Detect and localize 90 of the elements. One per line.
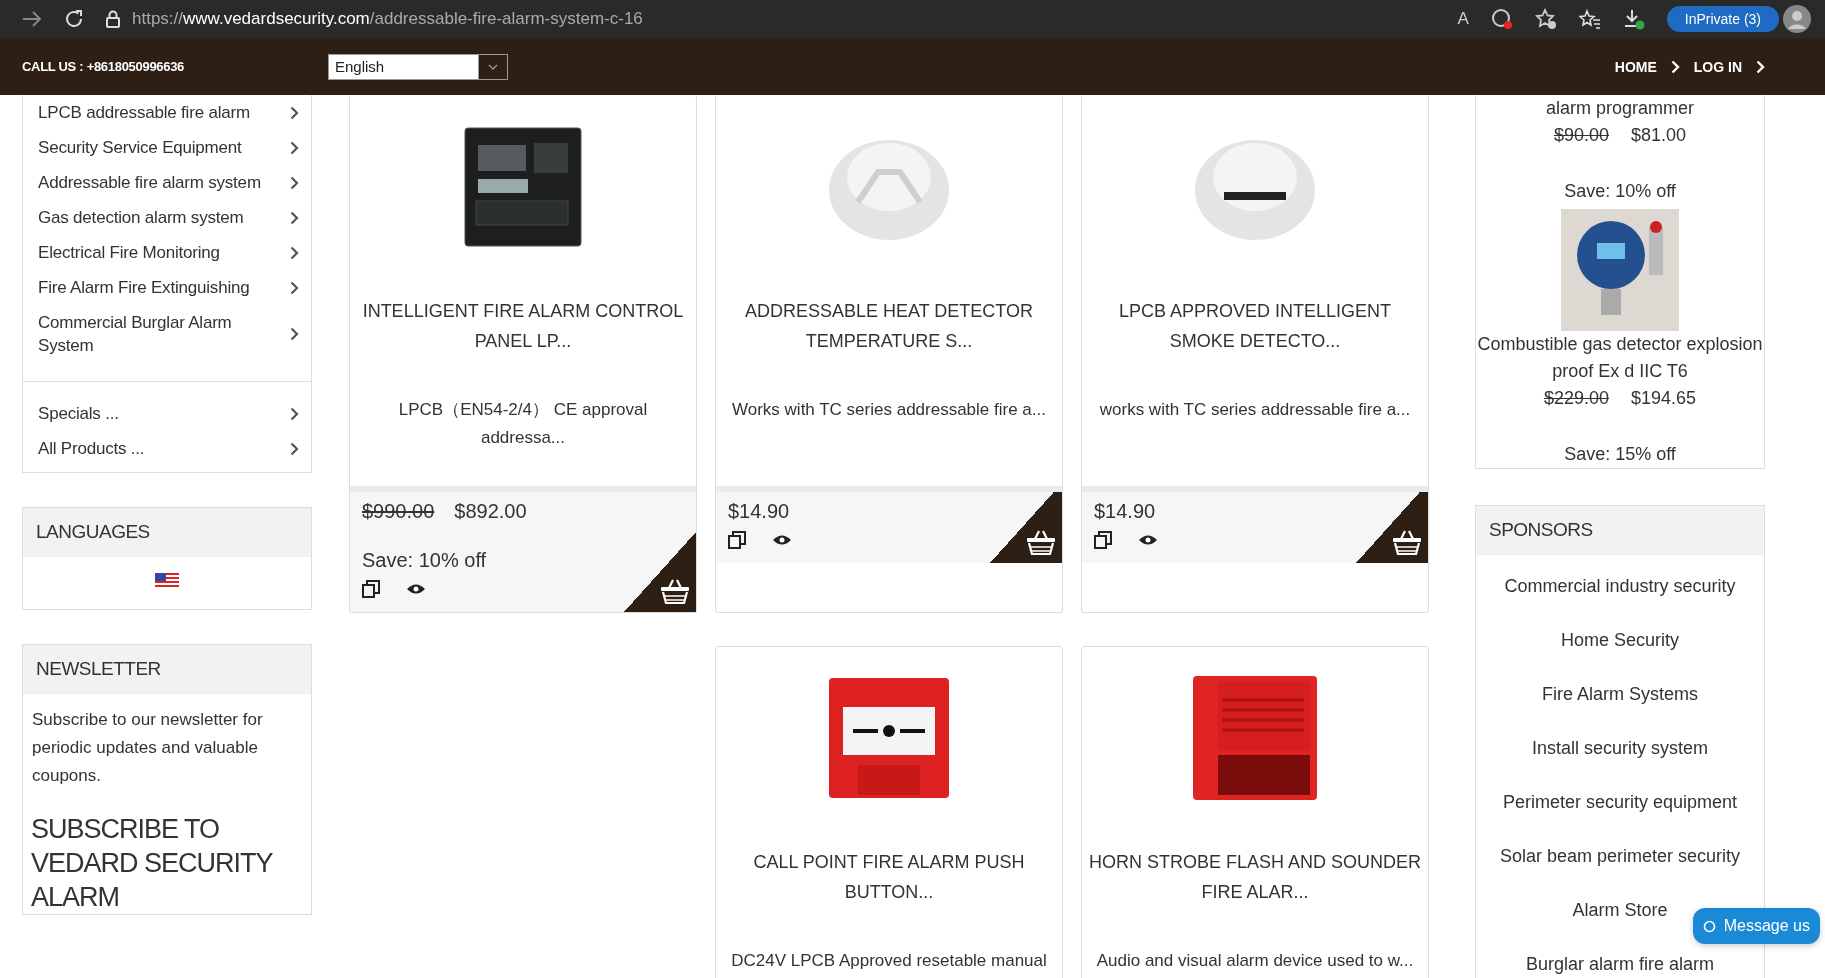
product-title[interactable]: ADDRESSABLE HEAT DETECTOR TEMPERATURE S... xyxy=(716,286,1062,386)
product-card[interactable]: INTELLIGENT FIRE ALARM CONTROL PANEL LP... LPCB（EN54-2/4） CE approval addressa... $990.00 $892.00 Save: 10% off xyxy=(349,95,697,613)
category-link[interactable]: LPCB addressable fire alarm xyxy=(23,95,311,130)
chevron-right-icon xyxy=(290,280,299,295)
category-link[interactable]: Gas detection alarm system xyxy=(23,200,311,235)
chevron-right-icon xyxy=(1756,59,1765,74)
discount-text: Save: 10% off xyxy=(362,549,488,572)
tracking-icon[interactable] xyxy=(1490,8,1513,30)
chevron-right-icon xyxy=(290,245,299,260)
category-link[interactable]: Security Service Equipment xyxy=(23,130,311,165)
product-card[interactable]: ADDRESSABLE HEAT DETECTOR TEMPERATURE S... Works with TC series addressable fire a... $14.90 xyxy=(715,95,1063,613)
chevron-right-icon xyxy=(290,140,299,155)
sponsor-link[interactable]: Alarm Store xyxy=(1572,883,1668,937)
price: $194.65 xyxy=(1631,387,1697,410)
download-icon[interactable] xyxy=(1622,8,1645,30)
price: $892.00 xyxy=(454,500,527,523)
address-field[interactable]: https://www.vedardsecurity.com/addressable-fire-alarm-system-c-16 xyxy=(132,9,1436,29)
chevron-right-icon xyxy=(1670,59,1680,74)
old-price: $990.00 xyxy=(362,500,435,523)
product-title[interactable]: Combustible gas detector explosion proof Ex d IIC T6 xyxy=(1476,331,1764,385)
discount-text: Save: 10% off xyxy=(1563,180,1677,203)
product-title[interactable]: LPCB APPROVED INTELLIGENT SMOKE DETECTO... xyxy=(1082,286,1428,386)
category-link[interactable]: Specials ... xyxy=(23,396,311,431)
chevron-right-icon xyxy=(290,406,299,421)
product-description: Audio and visual alarm device used to w... xyxy=(1095,950,1415,972)
basket-icon xyxy=(1392,529,1422,555)
product-title[interactable]: alarm programmer xyxy=(1476,95,1764,122)
caret-icon xyxy=(488,63,498,70)
reload-icon[interactable] xyxy=(64,9,84,29)
sponsor-link[interactable]: Home Security xyxy=(1560,613,1679,667)
newsletter-text: Subscribe to our newsletter for periodic updates and valuable coupons. xyxy=(31,709,264,787)
us-flag-icon[interactable] xyxy=(155,573,179,588)
sponsor-link[interactable]: Commercial industry security xyxy=(1504,559,1736,613)
category-link[interactable]: Commercial Burglar Alarm System xyxy=(23,305,311,363)
price: $81.00 xyxy=(1631,124,1687,147)
product-card[interactable]: HORN STROBE FLASH AND SOUNDER FIRE ALAR... Audio and visual alarm device used to w... xyxy=(1081,646,1429,978)
sponsor-link[interactable]: Solar beam perimeter security xyxy=(1499,829,1741,883)
add-to-cart-button[interactable] xyxy=(990,492,1062,563)
nav-link[interactable]: HOME xyxy=(1614,58,1657,75)
language-select[interactable]: English xyxy=(328,53,508,80)
compare-icon[interactable] xyxy=(362,580,380,598)
panel-header: LANGUAGES xyxy=(23,508,311,557)
chevron-right-icon xyxy=(290,441,299,456)
add-favorite-icon[interactable] xyxy=(1534,8,1557,30)
chevron-right-icon xyxy=(290,210,299,225)
sponsor-link[interactable]: Fire Alarm Systems xyxy=(1542,667,1698,721)
basket-icon xyxy=(1026,529,1056,555)
product-title[interactable]: CALL POINT FIRE ALARM PUSH BUTTON... xyxy=(716,837,1062,937)
panel-header: NEWSLETTER xyxy=(23,645,311,694)
product-card[interactable]: LPCB APPROVED INTELLIGENT SMOKE DETECTO... works with TC series addressable fire a... $14.90 xyxy=(1081,95,1429,613)
product-description: LPCB（EN54-2/4） CE approval addressa... xyxy=(397,399,649,449)
add-to-cart-button[interactable] xyxy=(1356,492,1428,563)
product-description: Works with TC series addressable fire a... xyxy=(731,399,1047,421)
category-link[interactable]: Electrical Fire Monitoring xyxy=(23,235,311,270)
eye-icon[interactable] xyxy=(772,534,792,546)
eye-icon[interactable] xyxy=(406,583,426,595)
favorites-icon[interactable] xyxy=(1578,9,1601,29)
category-link[interactable]: All Products ... xyxy=(23,431,311,466)
read-aloud-icon[interactable]: A xyxy=(1457,9,1469,29)
category-link[interactable]: Addressable fire alarm system xyxy=(23,165,311,200)
phone-text: CALL US : +8618050996636 xyxy=(22,59,186,74)
avatar-icon[interactable] xyxy=(1783,5,1811,33)
forward-arrow-icon[interactable] xyxy=(22,11,42,27)
compare-icon[interactable] xyxy=(1094,531,1112,549)
product-description: works with TC series addressable fire a... xyxy=(1098,399,1412,421)
price: $14.90 xyxy=(728,500,790,523)
chevron-right-icon xyxy=(290,105,299,120)
price: $14.90 xyxy=(1094,500,1156,523)
old-price: $229.00 xyxy=(1543,387,1609,410)
basket-icon xyxy=(660,578,690,604)
sponsor-link[interactable]: Perimeter security equipment xyxy=(1502,775,1738,829)
product-title[interactable]: HORN STROBE FLASH AND SOUNDER FIRE ALAR... xyxy=(1082,837,1428,937)
compare-icon[interactable] xyxy=(728,531,746,549)
chevron-right-icon xyxy=(290,327,299,341)
sponsor-link[interactable]: Install security system xyxy=(1531,721,1708,775)
nav-link[interactable]: LOG IN xyxy=(1693,58,1742,75)
discount-text: Save: 15% off xyxy=(1563,443,1677,466)
newsletter-heading: SUBSCRIBE TO VEDARD SECURITY ALARM xyxy=(30,813,274,914)
circle-icon xyxy=(1702,919,1716,933)
product-description: DC24V LPCB Approved resetable manual xyxy=(730,950,1048,972)
chevron-right-icon xyxy=(290,175,299,190)
lock-icon xyxy=(106,10,120,28)
old-price: $90.00 xyxy=(1553,124,1609,147)
product-title[interactable]: INTELLIGENT FIRE ALARM CONTROL PANEL LP... xyxy=(350,286,696,386)
panel-header: SPONSORS xyxy=(1476,506,1764,555)
product-card[interactable]: CALL POINT FIRE ALARM PUSH BUTTON... DC24V LPCB Approved resetable manual xyxy=(715,646,1063,978)
eye-icon[interactable] xyxy=(1138,534,1158,546)
message-us-button[interactable]: Message us xyxy=(1692,908,1820,944)
category-link[interactable]: Fire Alarm Fire Extinguishing xyxy=(23,270,311,305)
inprivate-button[interactable]: InPrivate (3) xyxy=(1666,6,1779,32)
